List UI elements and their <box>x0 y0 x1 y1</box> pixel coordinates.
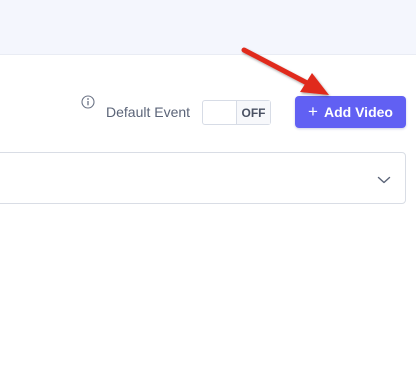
chevron-down-icon <box>377 172 391 184</box>
default-event-label: Default Event <box>106 104 191 120</box>
info-icon[interactable] <box>81 95 95 109</box>
add-video-label: Add Video <box>323 104 393 120</box>
video-dropdown[interactable] <box>0 152 406 204</box>
toggle-knob <box>203 101 237 124</box>
plus-icon: + <box>308 102 318 121</box>
default-event-toggle[interactable]: OFF <box>202 100 271 125</box>
header-band <box>0 0 416 55</box>
toggle-state-label: OFF <box>237 101 270 124</box>
add-video-button[interactable]: + Add Video <box>295 96 406 128</box>
